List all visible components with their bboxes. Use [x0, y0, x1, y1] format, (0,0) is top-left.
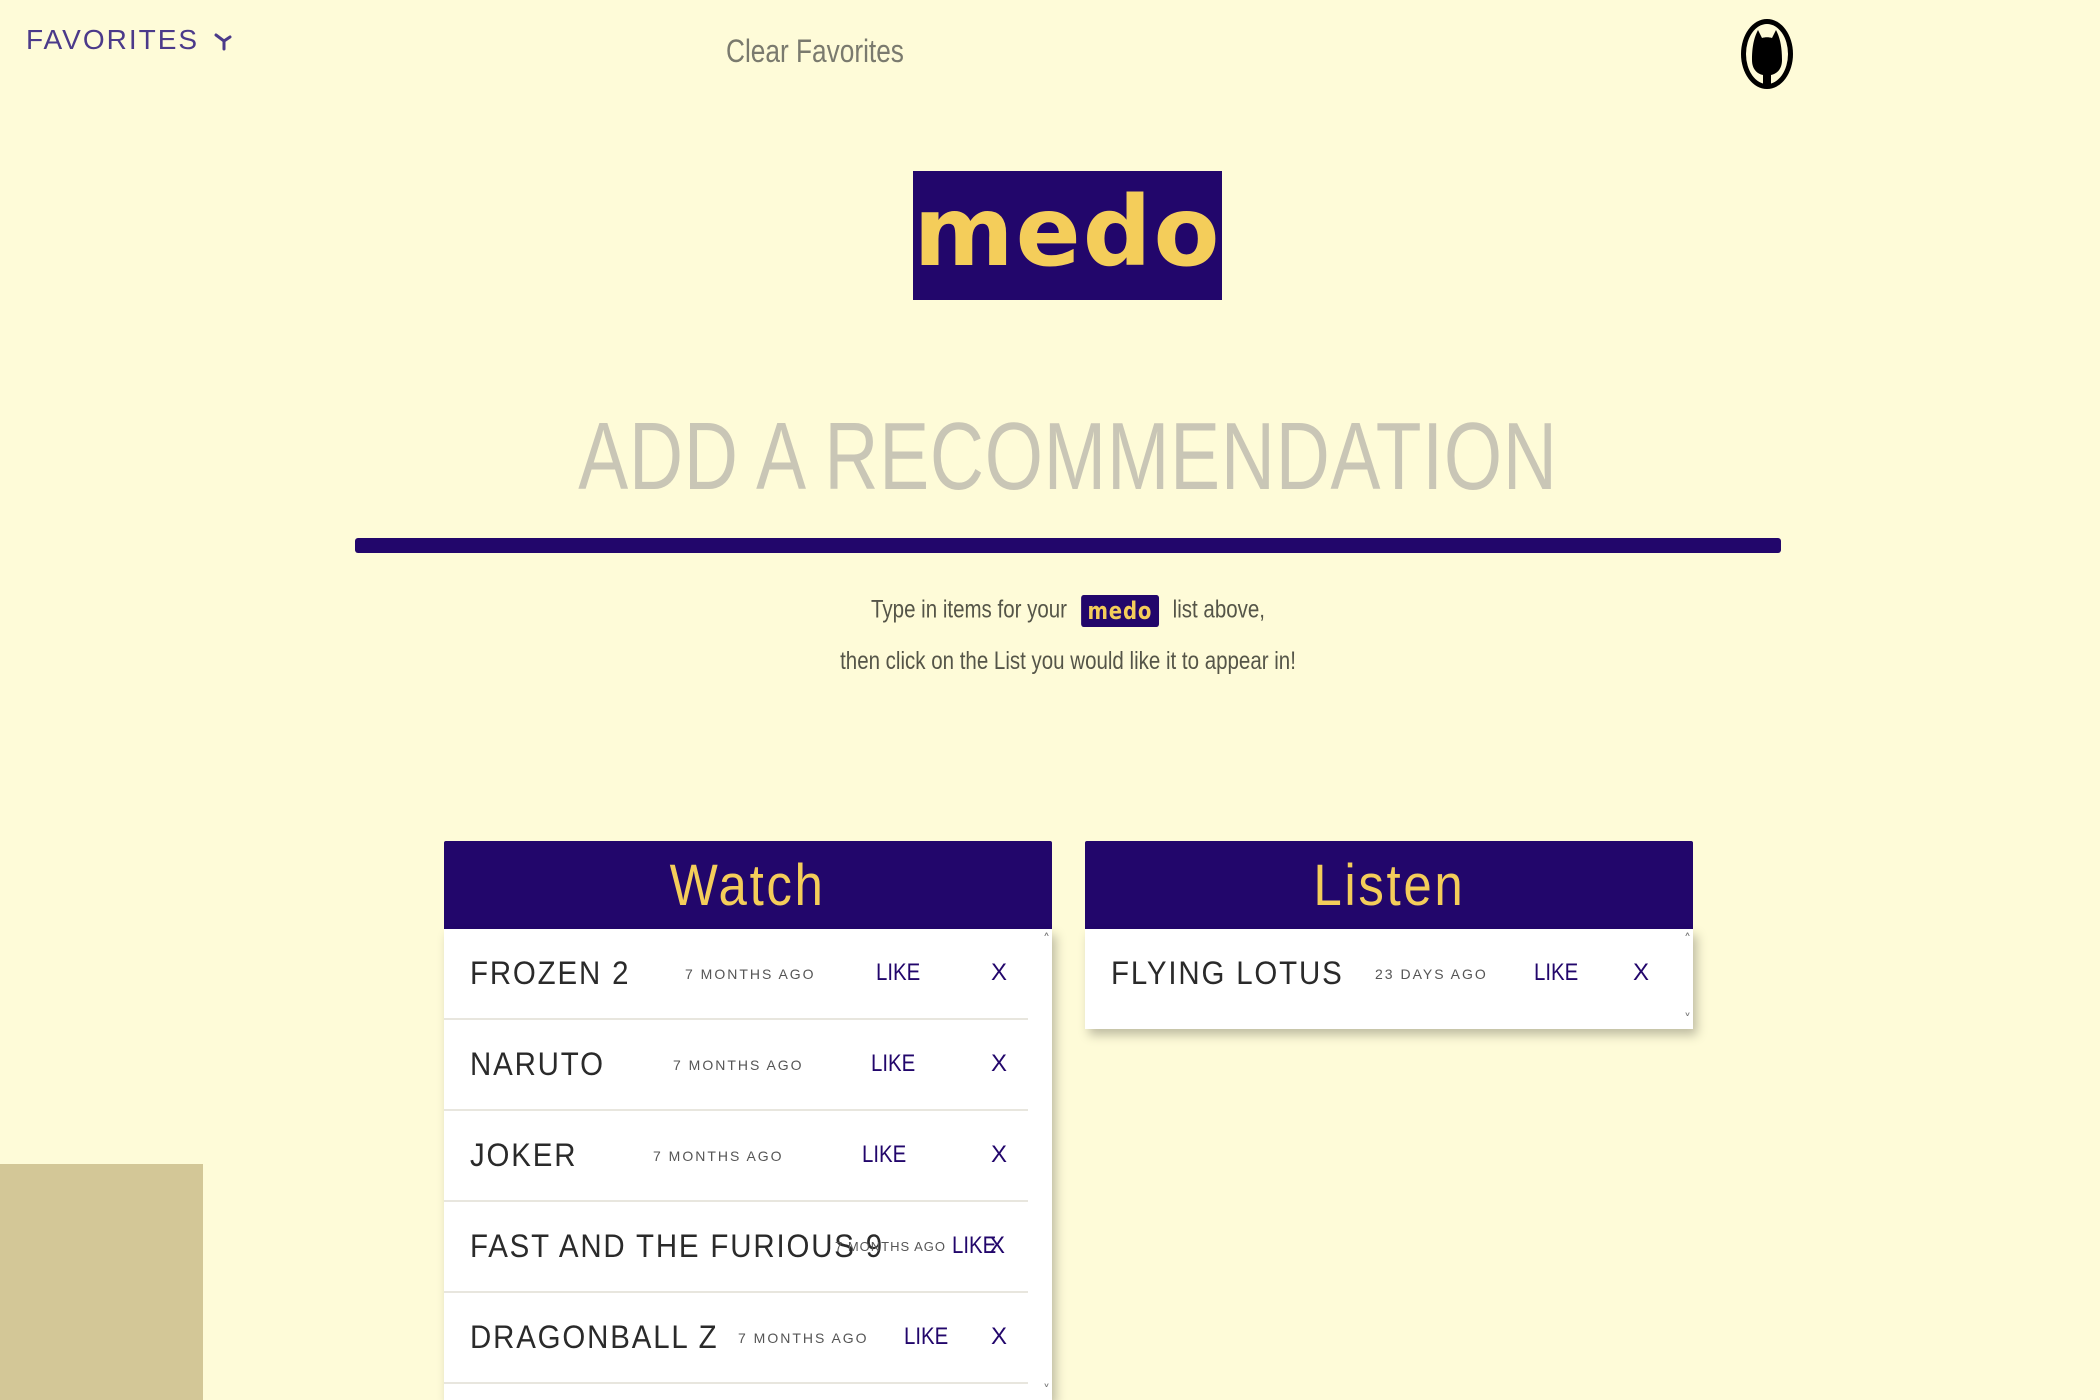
item-title: JOKER: [470, 1137, 578, 1173]
list-item: NARUTO 7 MONTHS AGO LIKE X: [444, 1020, 1028, 1111]
list-item: DRAGONBALL Z 7 MONTHS AGO LIKE X: [444, 1293, 1028, 1384]
like-button[interactable]: LIKE: [871, 1050, 915, 1078]
favorites-label: FAVORITES: [26, 24, 200, 55]
item-time: 7 MONTHS AGO: [653, 1148, 784, 1164]
item-title: DRAGONBALL Z: [470, 1319, 719, 1355]
scroll-down-icon[interactable]: ˅: [1684, 1013, 1691, 1027]
item-title: NARUTO: [470, 1046, 605, 1082]
title-divider: [355, 538, 1781, 553]
list-item: FROZEN 2 7 MONTHS AGO LIKE X: [444, 929, 1028, 1020]
inline-medo-logo: medo: [1080, 595, 1159, 627]
watch-list-title: Watch: [670, 852, 826, 918]
item-title: FROZEN 2: [470, 955, 631, 991]
instruction-before: Type in items for your: [871, 595, 1068, 624]
github-icon[interactable]: [1738, 12, 1796, 92]
like-button[interactable]: LIKE: [1534, 959, 1578, 987]
remove-button[interactable]: X: [1633, 959, 1649, 987]
decorative-box: [0, 1164, 203, 1400]
logo-text: medo: [913, 175, 1222, 288]
remove-button[interactable]: X: [991, 1323, 1007, 1351]
chevron-down-icon: [214, 33, 232, 51]
remove-button[interactable]: X: [991, 1141, 1007, 1169]
item-time: 7 MONTHS AGO: [673, 1057, 804, 1073]
like-button[interactable]: LIKE: [862, 1141, 906, 1169]
watch-list: Watch FROZEN 2 7 MONTHS AGO LIKE X NARUT…: [444, 841, 1052, 1400]
instruction-after: list above,: [1172, 595, 1265, 624]
item-time: 7 MONTHS AGO: [685, 966, 816, 982]
scroll-up-icon[interactable]: ˄: [1684, 933, 1691, 947]
listen-list-body[interactable]: FLYING LOTUS 23 DAYS AGO LIKE X ˄ ˅: [1085, 929, 1693, 1029]
watch-list-body[interactable]: FROZEN 2 7 MONTHS AGO LIKE X NARUTO 7 MO…: [444, 929, 1052, 1400]
add-recommendation-title: ADD A RECOMMENDATION: [578, 403, 1558, 510]
like-button[interactable]: LIKE: [904, 1323, 948, 1351]
instruction-line-2: then click on the List you would like it…: [840, 647, 1296, 675]
list-item: JOKER 7 MONTHS AGO LIKE X: [444, 1111, 1028, 1202]
instruction-line-1: Type in items for your medo list above,: [192, 595, 1944, 627]
item-title: FAST AND THE FURIOUS 9: [470, 1228, 885, 1264]
scroll-up-icon[interactable]: ˄: [1043, 933, 1050, 947]
watch-list-header[interactable]: Watch: [444, 841, 1052, 929]
list-item: FLYING LOTUS 23 DAYS AGO LIKE X: [1085, 929, 1669, 1020]
item-time: 7 MONTHS AGO: [738, 1330, 869, 1346]
listen-list-header[interactable]: Listen: [1085, 841, 1693, 929]
listen-list: Listen FLYING LOTUS 23 DAYS AGO LIKE X ˄…: [1085, 841, 1693, 1029]
page: FAVORITES Clear Favorites medo ADD A REC…: [0, 0, 2100, 1400]
medo-logo: medo: [913, 171, 1222, 300]
item-title: FLYING LOTUS: [1111, 955, 1344, 991]
remove-button[interactable]: X: [991, 959, 1007, 987]
scroll-down-icon[interactable]: ˅: [1043, 1384, 1050, 1398]
favorites-dropdown[interactable]: FAVORITES: [26, 24, 235, 56]
listen-list-title: Listen: [1312, 852, 1466, 918]
clear-favorites-button[interactable]: Clear Favorites: [726, 33, 904, 70]
remove-button[interactable]: X: [989, 1232, 1005, 1260]
item-time: 23 DAYS AGO: [1375, 966, 1488, 982]
remove-button[interactable]: X: [991, 1050, 1007, 1078]
list-item: FAST AND THE FURIOUS 9 7 MONTHS AGO LIKE…: [444, 1202, 1028, 1293]
like-button[interactable]: LIKE: [876, 959, 920, 987]
item-time: 7 MONTHS AGO: [835, 1239, 946, 1254]
